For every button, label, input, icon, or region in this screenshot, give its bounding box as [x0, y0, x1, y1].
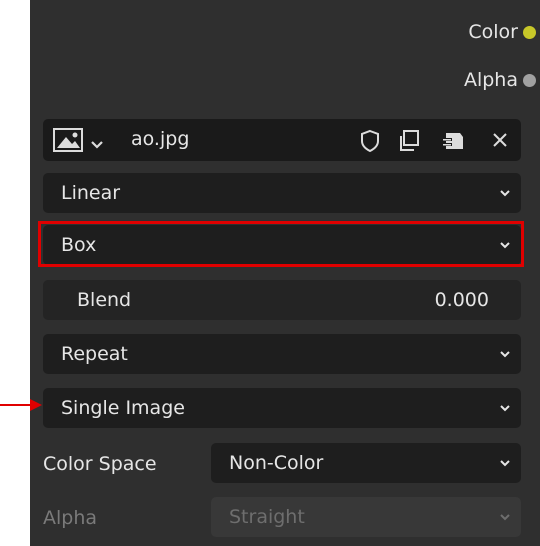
- image-datablock: ao.jpg: [43, 119, 521, 161]
- image-icon[interactable]: [53, 128, 83, 157]
- chevron-down-icon: [500, 242, 510, 249]
- duplicate-icon[interactable]: [397, 129, 421, 158]
- interpolation-value: Linear: [61, 182, 121, 204]
- chevron-down-icon[interactable]: [90, 134, 104, 156]
- socket-color-label: Color: [468, 21, 518, 43]
- chevron-down-icon: [500, 351, 510, 358]
- pack-icon[interactable]: [440, 129, 466, 158]
- socket-alpha-dot[interactable]: [523, 73, 536, 87]
- chevron-down-icon: [500, 514, 510, 521]
- socket-alpha: Alpha: [463, 66, 536, 94]
- projection-dropdown[interactable]: Box: [43, 225, 521, 265]
- extension-dropdown[interactable]: Repeat: [43, 334, 521, 374]
- image-filename[interactable]: ao.jpg: [131, 128, 189, 150]
- color-space-value: Non-Color: [229, 452, 324, 474]
- color-space-dropdown[interactable]: Non-Color: [211, 443, 521, 483]
- socket-alpha-label: Alpha: [463, 69, 518, 91]
- blend-field[interactable]: Blend 0.000: [43, 280, 521, 320]
- projection-value: Box: [61, 234, 97, 256]
- blend-label: Blend: [77, 289, 132, 311]
- shield-icon[interactable]: [359, 129, 381, 158]
- alpha-value: Straight: [229, 506, 305, 528]
- source-value: Single Image: [61, 397, 185, 419]
- extension-value: Repeat: [61, 343, 128, 365]
- socket-color-dot[interactable]: [523, 25, 536, 39]
- chevron-down-icon: [500, 460, 510, 467]
- chevron-down-icon: [500, 190, 510, 197]
- socket-color: Color: [468, 18, 536, 46]
- annotation-arrow-icon: [0, 399, 42, 411]
- color-space-label: Color Space: [43, 453, 157, 475]
- alpha-label: Alpha: [43, 507, 98, 529]
- blend-value: 0.000: [434, 289, 489, 311]
- interpolation-dropdown[interactable]: Linear: [43, 173, 521, 213]
- source-dropdown[interactable]: Single Image: [43, 388, 521, 428]
- close-icon[interactable]: [491, 131, 509, 154]
- chevron-down-icon: [500, 405, 510, 412]
- alpha-dropdown: Straight: [211, 497, 521, 537]
